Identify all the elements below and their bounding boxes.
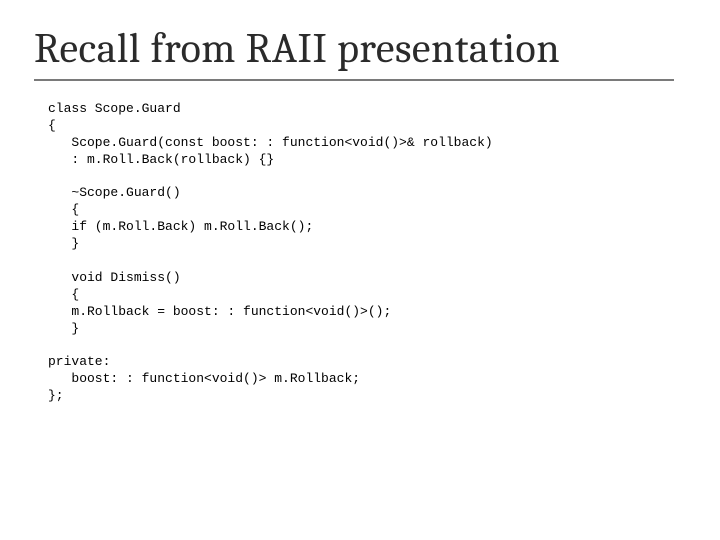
- slide: Recall from RAII presentation class Scop…: [0, 0, 720, 540]
- code-block: class Scope.Guard { Scope.Guard(const bo…: [48, 101, 686, 405]
- slide-title: Recall from RAII presentation: [34, 24, 686, 73]
- title-underline: [34, 79, 674, 81]
